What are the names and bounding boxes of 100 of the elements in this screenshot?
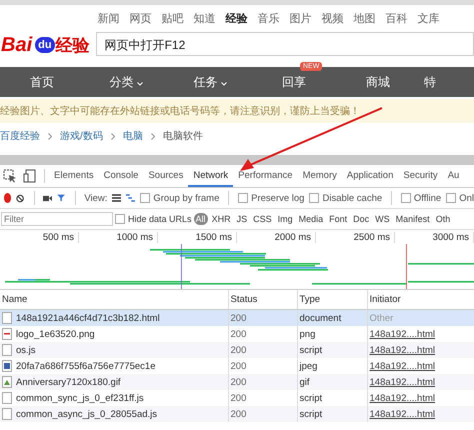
table-row[interactable]: os.js 200 script 148a192....html (0, 342, 474, 358)
file-icon (2, 312, 12, 324)
initiator-link[interactable]: 148a192....html (370, 376, 435, 388)
status-code: 200 (230, 392, 246, 404)
status-code: 200 (230, 312, 246, 324)
file-icon (2, 408, 12, 420)
logo[interactable]: Bai du 经验 (0, 33, 90, 57)
devtools-tab[interactable]: Sources (143, 165, 188, 187)
filter-icon[interactable] (57, 193, 66, 203)
devtools-tab[interactable]: Security (398, 165, 443, 187)
top-link[interactable]: 贴吧 (162, 11, 184, 26)
breadcrumb-link[interactable]: 游戏/数码 (60, 129, 103, 143)
type-filter[interactable]: Manifest (394, 213, 432, 225)
table-row[interactable]: Anniversary7120x180.gif 200 gif 148a192....html (0, 374, 474, 390)
table-row[interactable]: 148a1921a446cf4d71c3b182.html 200 document Other (0, 310, 474, 326)
initiator-link[interactable]: 148a192....html (370, 328, 435, 340)
top-link[interactable]: 地图 (354, 11, 376, 26)
option-checkbox[interactable]: Group by frame (140, 192, 220, 204)
chevron-icon (150, 132, 155, 140)
filter-field[interactable]: Filter (1, 212, 113, 226)
resource-type: script (300, 408, 322, 420)
resource-type: gif (300, 376, 310, 388)
file-name[interactable]: logo_1e63520.png (16, 328, 95, 340)
status-code: 200 (230, 344, 246, 356)
status-code: 200 (230, 360, 246, 372)
file-name[interactable]: 20fa7a686f755f6a756e7775ec1e (16, 360, 156, 372)
time-tick: 2500 ms (316, 232, 395, 242)
top-link[interactable]: 图片 (290, 11, 312, 26)
time-tick: 1500 ms (158, 232, 237, 242)
status-code: 200 (230, 408, 246, 420)
list-view-icon[interactable] (112, 193, 122, 203)
type-filter[interactable]: Media (296, 213, 326, 225)
waterfall-view-icon[interactable] (126, 193, 136, 203)
devtools-tab[interactable]: Elements (49, 165, 99, 187)
top-link[interactable]: 音乐 (258, 11, 280, 26)
devtools-tab[interactable]: Performance (233, 165, 298, 187)
type-filter[interactable]: Doc (351, 213, 372, 225)
initiator-link[interactable]: 148a192....html (370, 360, 435, 372)
type-filter[interactable]: Oth (434, 213, 452, 225)
resource-type: script (300, 392, 322, 404)
breadcrumb-link[interactable]: 百度经验 (0, 129, 40, 143)
type-filter[interactable]: JS (234, 213, 250, 225)
nav-item[interactable]: 分类 (110, 74, 134, 88)
clear-icon[interactable] (16, 192, 25, 204)
top-link[interactable]: 网页 (130, 11, 152, 26)
type-filter[interactable]: Img (276, 213, 295, 225)
file-name[interactable]: common_async_js_0_28055ad.js (16, 408, 158, 420)
option-checkbox[interactable]: Onl (446, 192, 474, 204)
scrollbar[interactable] (0, 155, 474, 165)
time-tick: 2000 ms (237, 232, 316, 242)
file-name[interactable]: Anniversary7120x180.gif (16, 376, 121, 388)
file-name[interactable]: common_sync_js_0_ef231ff.js (16, 392, 144, 404)
status-code: 200 (230, 376, 246, 388)
image-file-icon (2, 376, 12, 388)
breadcrumb-link[interactable]: 电脑 (122, 129, 143, 143)
nav-item[interactable]: 首页 (30, 74, 54, 88)
nav-item[interactable]: 回享 (282, 74, 306, 88)
devtools-tab[interactable]: Console (98, 165, 144, 187)
top-link[interactable]: 新闻 (98, 11, 120, 26)
chevron-icon (110, 132, 115, 140)
record-icon[interactable] (4, 193, 12, 203)
top-link[interactable]: 视频 (322, 11, 344, 26)
type-filter[interactable]: CSS (251, 213, 274, 225)
top-link[interactable]: 知道 (194, 11, 216, 26)
top-link[interactable]: 经验 (226, 11, 248, 26)
nav-item[interactable]: 特 (424, 74, 436, 88)
type-filter[interactable]: All (194, 213, 208, 225)
initiator-text: Other (370, 312, 394, 324)
option-checkbox[interactable]: Disable cache (309, 192, 382, 204)
nav-item[interactable]: 任务 (194, 74, 218, 88)
devtools-tab[interactable]: Au (442, 165, 464, 187)
notice-bar: 经验图片、文字中可能存在外站链接或电话号码等，请注意识别，谨防上当受骗！ (0, 99, 474, 123)
top-link[interactable]: 百科 (386, 11, 408, 26)
option-checkbox[interactable]: Offline (400, 192, 442, 204)
nav-item[interactable]: 商城 (366, 74, 390, 88)
option-checkbox[interactable]: Preserve log (238, 192, 304, 204)
devtools-tab[interactable]: Network (188, 165, 234, 187)
initiator-link[interactable]: 148a192....html (370, 344, 435, 356)
breadcrumb-link[interactable]: 电脑软件 (162, 129, 203, 143)
camera-icon[interactable] (43, 194, 52, 202)
devtools-tab[interactable]: Memory (298, 165, 342, 187)
file-name[interactable]: 148a1921a446cf4d71c3b182.html (16, 312, 160, 324)
search-field[interactable]: 网页中打开F12 (96, 32, 474, 56)
type-filter[interactable]: WS (373, 213, 392, 225)
type-filter[interactable]: XHR (210, 213, 233, 225)
status-code: 200 (230, 328, 246, 340)
resource-type: document (300, 312, 342, 324)
time-tick: 500 ms (0, 232, 79, 242)
devtools-tab[interactable]: Application (342, 165, 398, 187)
device-icon[interactable] (23, 169, 37, 183)
top-link[interactable]: 文库 (418, 11, 440, 26)
resource-type: png (300, 328, 316, 340)
file-name[interactable]: os.js (16, 344, 36, 356)
type-filter[interactable]: Font (327, 213, 350, 225)
initiator-link[interactable]: 148a192....html (370, 408, 435, 420)
resource-type: script (300, 344, 322, 356)
inspect-icon[interactable] (3, 169, 17, 183)
initiator-link[interactable]: 148a192....html (370, 392, 435, 404)
hide-data-urls-checkbox[interactable]: Hide data URLs (115, 214, 192, 224)
table-row[interactable]: common_async_js_0_28055ad.js 200 script 148a192....html (0, 406, 474, 422)
